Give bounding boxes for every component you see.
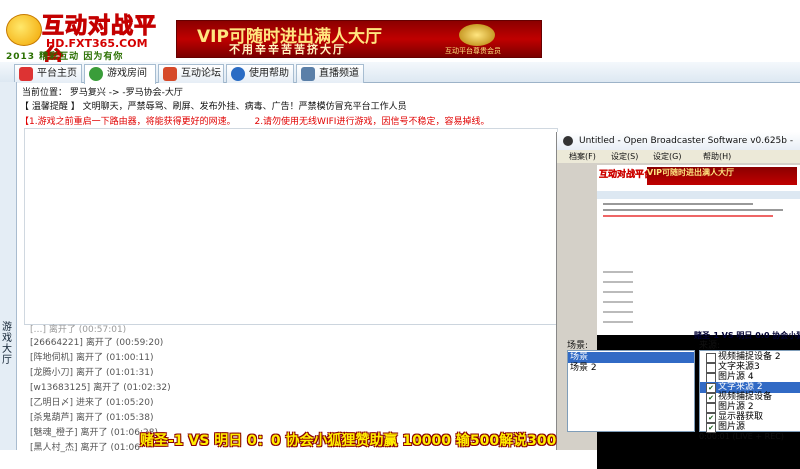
tab-game-rooms[interactable]: 游戏房间 (84, 64, 156, 84)
logo-slogan: 2013 精彩互动 因为有你 (6, 52, 124, 62)
list-item: [26664221] 离开了 (00:59:20) (30, 335, 163, 348)
menu-file[interactable]: 档案(F) (569, 151, 596, 162)
obs-menubar: 档案(F) 设定(S) 设定(G) 帮助(H) (557, 150, 800, 163)
live-channel-icon (301, 67, 315, 81)
scene-item[interactable]: 场景 2 (568, 363, 694, 374)
preview-line (603, 209, 783, 211)
chat-username[interactable]: [杀鬼葫芦] (30, 413, 73, 423)
chat-action: 进来了 (76, 398, 104, 408)
preview-line (603, 215, 773, 217)
scene-item[interactable]: 场景 (568, 352, 694, 363)
tab-label: 使用帮助 (249, 68, 289, 79)
help-icon (231, 67, 245, 81)
preview-line (603, 311, 633, 313)
site-header: 互动对战平台 HD.FXT365.COM 2013 精彩互动 因为有你 VIP可… (0, 0, 800, 72)
banner-badge-text: 互动平台尊贵会员 (445, 47, 501, 55)
preview-banner: VIP可随时进出满人大厅 (647, 167, 797, 185)
menu-settings-2[interactable]: 设定(G) (653, 151, 681, 162)
chat-username[interactable]: [26664221] (30, 338, 83, 348)
preview-logo: 互动对战平台 (599, 170, 654, 180)
tab-bar: 平台主页 游戏房间 互动论坛 使用帮助 直播频道 (0, 62, 800, 84)
sidebar-label: 游戏大厅 (2, 322, 12, 366)
chat-username[interactable]: [龙腾小刀] (30, 368, 73, 378)
source-list[interactable]: 视频捕捉设备 2 文字来源3 图片源 4 ✔ 文字来源 2 ✔ 视频捕捉设备 图片源 2 ✔ 显示… (699, 350, 800, 433)
breadcrumb: 当前位置： 罗马复兴 -> -罗马协会-大厅 (22, 85, 183, 98)
preview-line (603, 301, 633, 303)
tab-label: 互动论坛 (181, 68, 221, 79)
list-item: [阵地伺机] 离开了 (01:00:11) (30, 350, 154, 363)
game-room-panel[interactable] (24, 128, 558, 326)
preview-line (603, 203, 753, 205)
chat-action: 离开了 (80, 443, 108, 453)
chat-action: 离开了 (85, 338, 113, 348)
tab-label: 平台主页 (37, 68, 77, 79)
tab-home[interactable]: 平台主页 (14, 64, 82, 83)
preview-header: 互动对战平台 VIP可随时进出满人大厅 (597, 165, 800, 191)
forum-icon (163, 67, 177, 81)
location-prefix: 当前位置： (22, 88, 68, 98)
mascot-icon (6, 14, 42, 46)
chat-action: 离开了 (76, 353, 104, 363)
chat-action: 离开了 (93, 383, 121, 393)
preview-line (603, 291, 633, 293)
menu-help[interactable]: 帮助(H) (703, 151, 731, 162)
preview-screen: 互动对战平台 VIP可随时进出满人大厅 (597, 165, 800, 335)
chat-time: (01:00:11) (106, 353, 154, 363)
tab-forum[interactable]: 互动论坛 (158, 64, 224, 83)
list-item: [龙腾小刀] 离开了 (01:01:31) (30, 365, 154, 378)
banner-subline: 不用辛辛苦苦挤大厅 (229, 43, 346, 56)
list-item: […] 离开了 (00:57:01) (30, 325, 127, 335)
chat-action: 离开了 (76, 413, 104, 423)
obs-window-title: Untitled - Open Broadcaster Software v0.… (579, 136, 794, 146)
chat-action: 离开了 (80, 428, 108, 438)
home-icon (19, 67, 33, 81)
preview-tabs (597, 191, 800, 199)
tab-label: 直播频道 (319, 68, 359, 79)
chat-username[interactable]: [黑人村_杰] (30, 443, 78, 453)
tip-wifi: 2.请勿使用无线WIFI进行游戏，因信号不稳定，容易掉线。 (254, 117, 490, 127)
obs-titlebar[interactable]: Untitled - Open Broadcaster Software v0.… (557, 132, 800, 150)
list-item: [黑人村_杰] 离开了 (01:06 (30, 440, 140, 453)
chat-time: (01:06 (110, 443, 140, 453)
chat-time: (01:05:20) (106, 398, 154, 408)
chat-username[interactable]: [乙明日〆] (30, 398, 73, 408)
vip-badge-icon (459, 24, 495, 46)
list-item: [w13683125] 离开了 (01:02:32) (30, 380, 171, 393)
vip-banner[interactable]: VIP可随时进出满人大厅 不用辛辛苦苦挤大厅 互动平台尊贵会员 (176, 20, 542, 58)
obs-app-icon (563, 136, 573, 146)
left-sidebar[interactable]: 游戏大厅 (0, 82, 17, 450)
chat-action: 离开了 (76, 368, 104, 378)
tip-router: 【1.游戏之前重启一下路由器，将能获得更好的网速。 (20, 117, 236, 127)
obs-window[interactable]: Untitled - Open Broadcaster Software v0.… (556, 132, 800, 469)
scene-list[interactable]: 场景 场景 2 (567, 350, 695, 432)
match-ticker: 赌圣-1 VS 明日 0：0 协会小狐狸赞助赢 10000 输500解说300 (140, 433, 557, 449)
tab-live[interactable]: 直播频道 (296, 64, 364, 83)
notice-text: 【 温馨提醒 】 文明聊天，严禁辱骂、刷屏、发布外挂、病毒、广告！严禁模仿冒充平… (20, 102, 407, 112)
chat-time: (01:01:31) (106, 368, 154, 378)
chat-username[interactable]: [魅魂_橙子] (30, 428, 78, 438)
obs-timecode: 0:00:01 (LIVE + REC) (699, 432, 784, 441)
site-logo[interactable]: 互动对战平台 HD.FXT365.COM 2013 精彩互动 因为有你 (4, 4, 170, 72)
preview-body (603, 201, 799, 333)
list-item: [乙明日〆] 进来了 (01:05:20) (30, 395, 154, 408)
menu-settings[interactable]: 设定(S) (611, 151, 638, 162)
preview-line (603, 271, 633, 273)
chat-username[interactable]: [w13683125] (30, 383, 90, 393)
game-room-icon (89, 67, 103, 81)
tab-help[interactable]: 使用帮助 (226, 64, 294, 83)
chat-time: (00:59:20) (115, 338, 164, 348)
chat-time: (01:05:38) (106, 413, 154, 423)
tips-line: 【1.游戏之前重启一下路由器，将能获得更好的网速。 2.请勿使用无线WIFI进行… (20, 114, 489, 127)
tab-label: 游戏房间 (107, 68, 147, 79)
location-path[interactable]: 罗马复兴 -> -罗马协会-大厅 (70, 88, 183, 98)
list-item: [杀鬼葫芦] 离开了 (01:05:38) (30, 410, 154, 423)
preview-line (603, 281, 633, 283)
list-item: [魅魂_橙子] 离开了 (01:06:28) (30, 425, 158, 438)
preview-line (603, 321, 633, 323)
chat-username[interactable]: [阵地伺机] (30, 353, 73, 363)
chat-time: (01:02:32) (123, 383, 171, 393)
